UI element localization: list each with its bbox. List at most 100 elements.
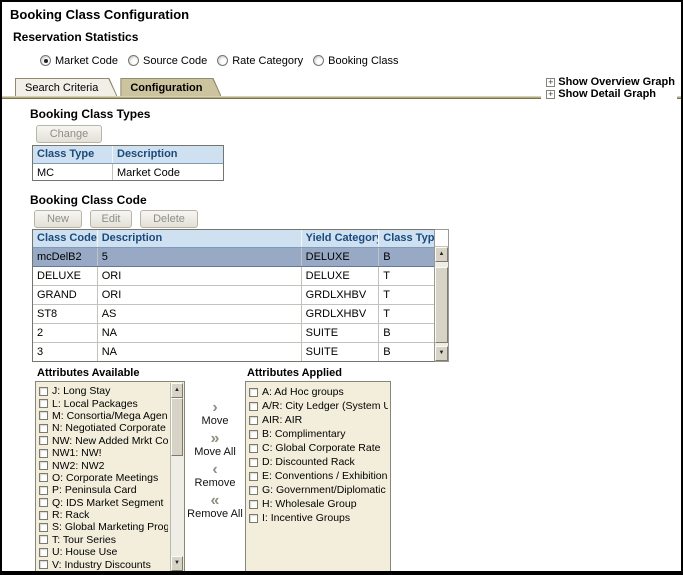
- attribute-label: H: Wholesale Group: [262, 498, 357, 510]
- table-row[interactable]: 3NASUITEB: [33, 343, 434, 361]
- attribute-checkbox[interactable]: [39, 387, 48, 396]
- attribute-item[interactable]: NW2: NW2: [39, 459, 168, 471]
- attribute-checkbox[interactable]: [39, 411, 48, 420]
- attribute-item[interactable]: V: Industry Discounts: [39, 558, 168, 570]
- attribute-checkbox[interactable]: [39, 436, 48, 445]
- radio-option-rate-category[interactable]: Rate Category: [217, 55, 303, 67]
- attribute-checkbox[interactable]: [249, 500, 258, 509]
- attribute-item[interactable]: B: Complimentary: [249, 427, 388, 441]
- attribute-item[interactable]: NW1: NW!: [39, 447, 168, 459]
- attribute-item[interactable]: N: Negotiated Corporate: [39, 422, 168, 434]
- attribute-item[interactable]: AIR: AIR: [249, 413, 388, 427]
- attribute-checkbox[interactable]: [249, 514, 258, 523]
- attribute-checkbox[interactable]: [39, 424, 48, 433]
- attribute-checkbox[interactable]: [39, 473, 48, 482]
- table-row[interactable]: ST8ASGRDLXHBVT: [33, 305, 434, 324]
- radio-label: Source Code: [143, 55, 207, 67]
- attribute-item[interactable]: D: Discounted Rack: [249, 455, 388, 469]
- radio-rate-category[interactable]: [217, 55, 228, 66]
- attribute-item[interactable]: M: Consortia/Mega Agencies: [39, 410, 168, 422]
- attribute-item[interactable]: A: Ad Hoc groups: [249, 385, 388, 399]
- new-button[interactable]: New: [34, 210, 82, 228]
- tab-configuration[interactable]: Configuration: [120, 78, 221, 96]
- move-all-button[interactable]: »Move All: [194, 432, 236, 459]
- radio-option-booking-class[interactable]: Booking Class: [313, 55, 398, 67]
- table-cell: ST8: [33, 305, 98, 323]
- radio-option-market-code[interactable]: Market Code: [40, 55, 118, 67]
- attribute-label: A: Ad Hoc groups: [262, 386, 344, 398]
- radio-market-code[interactable]: [40, 55, 51, 66]
- available-scrollbar-up-button[interactable]: ▲: [171, 383, 183, 398]
- column-header-yield-category: Yield Category: [302, 230, 380, 247]
- scrollbar-thumb[interactable]: [435, 267, 448, 343]
- available-scrollbar-down-button[interactable]: ▼: [171, 556, 183, 571]
- attributes-applied-listbox[interactable]: A: Ad Hoc groupsA/R: City Ledger (System…: [245, 381, 391, 573]
- scrollbar-up-button[interactable]: ▲: [435, 247, 448, 262]
- reservation-statistics-heading: Reservation Statistics: [13, 30, 681, 44]
- move-button[interactable]: ›Move: [202, 401, 229, 428]
- attribute-item[interactable]: L: Local Packages: [39, 397, 168, 409]
- radio-source-code[interactable]: [128, 55, 139, 66]
- show-overview-graph-link[interactable]: +Show Overview Graph: [546, 76, 675, 88]
- attributes-available-listbox[interactable]: J: Long StayL: Local PackagesM: Consorti…: [35, 381, 185, 573]
- attribute-item[interactable]: U: House Use: [39, 546, 168, 558]
- attribute-item[interactable]: G: Government/Diplomatic: [249, 483, 388, 497]
- radio-option-source-code[interactable]: Source Code: [128, 55, 207, 67]
- attribute-checkbox[interactable]: [39, 523, 48, 532]
- attribute-item[interactable]: J: Long Stay: [39, 385, 168, 397]
- attribute-checkbox[interactable]: [249, 472, 258, 481]
- table-row[interactable]: GRANDORIGRDLXHBVT: [33, 286, 434, 305]
- attribute-checkbox[interactable]: [39, 560, 48, 569]
- attribute-checkbox[interactable]: [249, 430, 258, 439]
- scrollbar-down-button[interactable]: ▼: [435, 346, 448, 361]
- attribute-checkbox[interactable]: [39, 486, 48, 495]
- attribute-item[interactable]: NW: New Added Mrkt Code: [39, 435, 168, 447]
- attribute-item[interactable]: P: Peninsula Card: [39, 484, 168, 496]
- attribute-item[interactable]: E: Conventions / Exhibitions: [249, 469, 388, 483]
- attribute-checkbox[interactable]: [249, 388, 258, 397]
- tab-search-criteria[interactable]: Search Criteria: [15, 78, 117, 96]
- scrollbar-track[interactable]: [435, 262, 448, 346]
- attribute-item[interactable]: O: Corporate Meetings: [39, 472, 168, 484]
- attribute-item[interactable]: R: Rack: [39, 509, 168, 521]
- delete-button[interactable]: Delete: [140, 210, 198, 228]
- mover-label: Remove All: [187, 508, 243, 521]
- attribute-item[interactable]: S: Global Marketing Programme: [39, 521, 168, 533]
- attribute-checkbox[interactable]: [39, 449, 48, 458]
- attribute-checkbox[interactable]: [249, 458, 258, 467]
- change-button[interactable]: Change: [36, 125, 102, 143]
- table-row[interactable]: 2NASUITEB: [33, 324, 434, 343]
- attribute-checkbox[interactable]: [39, 511, 48, 520]
- attribute-checkbox[interactable]: [249, 444, 258, 453]
- table-vertical-scrollbar[interactable]: ▲ ▼: [435, 247, 448, 361]
- attribute-item[interactable]: T: Tour Series: [39, 534, 168, 546]
- table-row[interactable]: DELUXEORIDELUXET: [33, 267, 434, 286]
- attribute-item[interactable]: H: Wholesale Group: [249, 497, 388, 511]
- attribute-item[interactable]: I: Incentive Groups: [249, 511, 388, 525]
- attribute-checkbox[interactable]: [249, 486, 258, 495]
- attribute-checkbox[interactable]: [249, 416, 258, 425]
- attribute-item[interactable]: A/R: City Ledger (System Used): [249, 399, 388, 413]
- attribute-item[interactable]: C: Global Corporate Rate: [249, 441, 388, 455]
- attribute-checkbox[interactable]: [39, 498, 48, 507]
- column-header-description: Description: [113, 146, 223, 163]
- graph-links: +Show Overview Graph+Show Detail Graph: [541, 75, 677, 102]
- remove-button[interactable]: ‹Remove: [195, 463, 236, 490]
- available-scrollbar-thumb[interactable]: [171, 398, 183, 456]
- booking-class-configuration-window: Booking Class Configuration Reservation …: [0, 0, 683, 575]
- edit-button[interactable]: Edit: [90, 210, 132, 228]
- remove-all-button[interactable]: «Remove All: [187, 494, 243, 521]
- column-header-class-code: Class Code: [33, 230, 98, 247]
- attribute-checkbox[interactable]: [249, 402, 258, 411]
- available-list-scrollbar[interactable]: ▲ ▼: [170, 383, 183, 571]
- attribute-checkbox[interactable]: [39, 535, 48, 544]
- attribute-item[interactable]: Q: IDS Market Segment: [39, 497, 168, 509]
- table-row-selected[interactable]: mcDelB25DELUXEB: [33, 248, 434, 267]
- radio-booking-class[interactable]: [313, 55, 324, 66]
- attribute-checkbox[interactable]: [39, 461, 48, 470]
- show-detail-graph-link[interactable]: +Show Detail Graph: [546, 88, 675, 100]
- table-row[interactable]: MCMarket Code: [33, 164, 223, 180]
- attribute-checkbox[interactable]: [39, 399, 48, 408]
- attribute-checkbox[interactable]: [39, 548, 48, 557]
- available-scrollbar-track[interactable]: [171, 398, 183, 556]
